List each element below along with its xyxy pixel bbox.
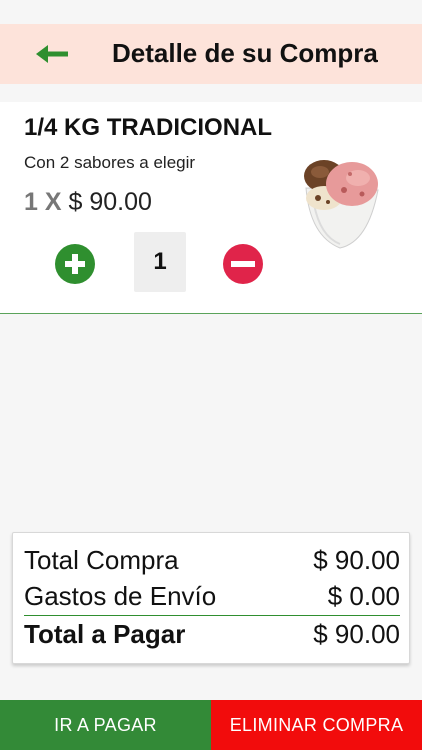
grand-total-row: Total a Pagar $ 90.00 [24, 619, 400, 650]
arrow-left-icon [36, 45, 68, 63]
cart-item: 1/4 KG TRADICIONAL Con 2 sabores a elegi… [0, 102, 422, 314]
shipping-value: $ 0.00 [327, 581, 400, 611]
item-description: Con 2 sabores a elegir [24, 153, 196, 172]
increase-quantity-button[interactable] [55, 244, 95, 284]
decrease-quantity-button[interactable] [223, 244, 263, 284]
item-qty-prefix: 1 X [24, 188, 62, 216]
subtotal-value: $ 90.00 [313, 545, 400, 575]
go-to-pay-button[interactable]: IR A PAGAR [0, 700, 211, 750]
item-name: 1/4 KG TRADICIONAL [24, 114, 273, 141]
item-unit-price: $ 90.00 [68, 188, 152, 216]
quantity-stepper: 1 [0, 230, 422, 294]
plus-circle-icon [65, 254, 85, 274]
minus-circle-icon [231, 261, 255, 267]
header-bar: Detalle de su Compra [0, 24, 422, 84]
subtotal-row: Total Compra $ 90.00 [24, 545, 400, 576]
back-button[interactable] [36, 40, 70, 68]
cart-detail-screen: Detalle de su Compra 1/4 KG TRADICIONAL … [0, 0, 422, 750]
item-price-line: 1 X $ 90.00 [24, 188, 152, 217]
shipping-row: Gastos de Envío $ 0.00 [24, 581, 400, 612]
totals-summary: Total Compra $ 90.00 Gastos de Envío $ 0… [12, 532, 410, 664]
subtotal-label: Total Compra [24, 545, 179, 575]
grand-total-label: Total a Pagar [24, 619, 186, 649]
page-title: Detalle de su Compra [112, 38, 378, 68]
grand-total-value: $ 90.00 [313, 619, 400, 649]
quantity-value: 1 [134, 232, 186, 292]
totals-divider [24, 615, 400, 616]
delete-purchase-button[interactable]: ELIMINAR COMPRA [211, 700, 422, 750]
shipping-label: Gastos de Envío [24, 581, 217, 611]
action-bar: IR A PAGAR ELIMINAR COMPRA [0, 700, 422, 750]
